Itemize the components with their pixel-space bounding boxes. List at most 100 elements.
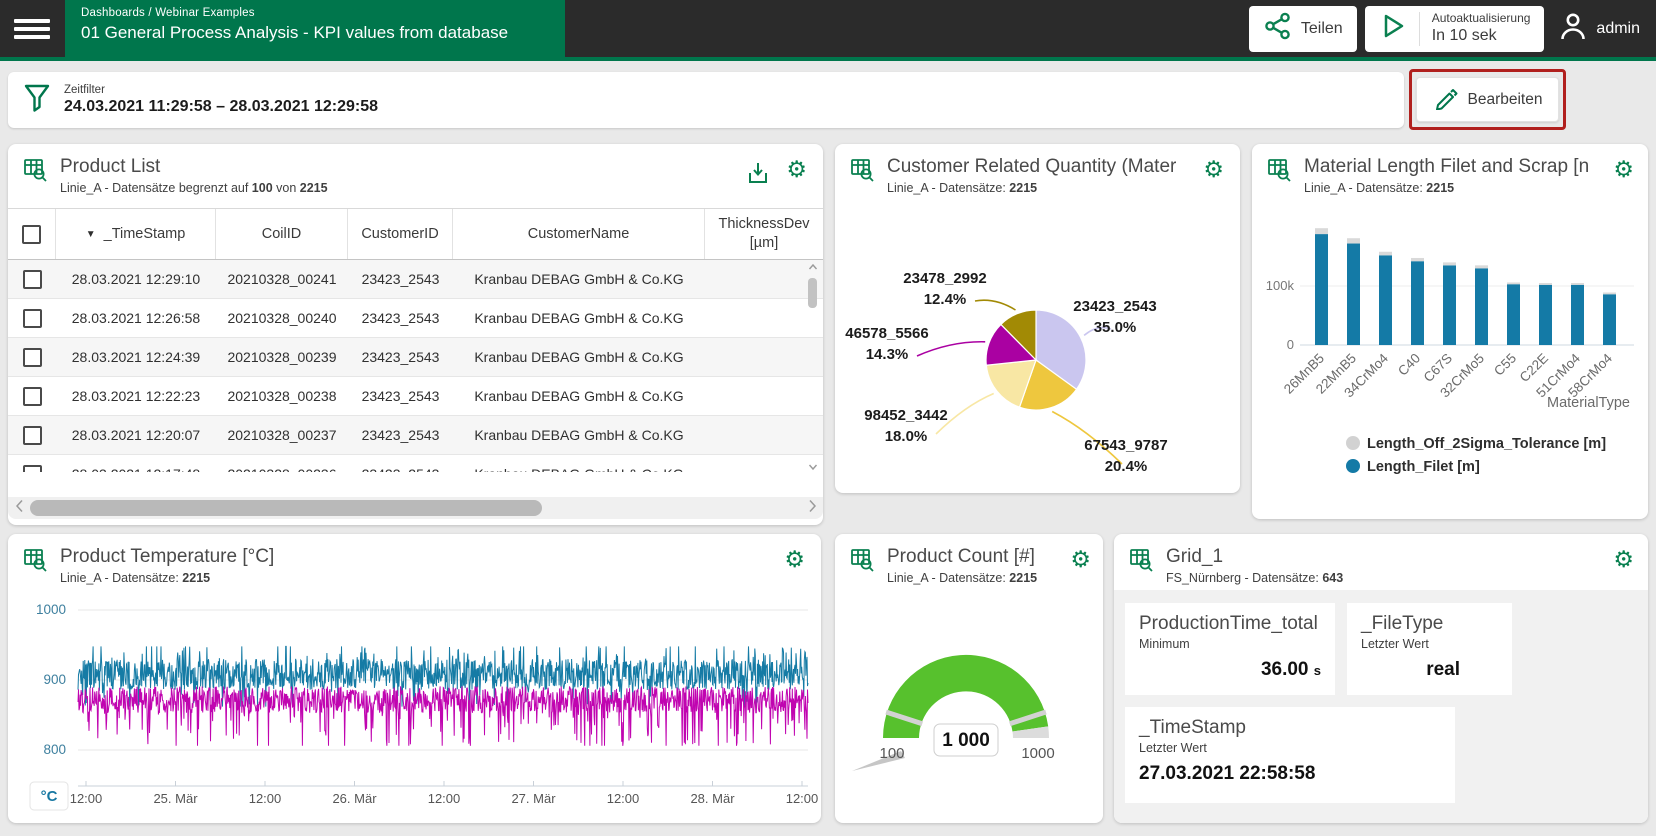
table-row[interactable]: 28.03.2021 12:29:10 20210328_00241 23423_2… [8,260,823,299]
bar-segment-filet[interactable] [1507,284,1520,345]
product-list-panel: Product List Linie_A - Datensätze begren… [8,144,823,525]
column-header-timestamp[interactable]: ▼ _TimeStamp [56,209,216,259]
bar-segment-filet[interactable] [1443,265,1456,345]
download-icon[interactable] [745,160,771,191]
table-cell: 23423_2543 [361,427,440,443]
share-button[interactable]: Teilen [1248,5,1357,52]
user-icon [1558,10,1588,47]
kpi-title: ProductionTime_total [1139,613,1318,634]
column-header-customerid[interactable]: CustomerID [348,209,453,259]
product-count-panel: Product Count [#] Linie_A - Datensätze: … [835,534,1103,823]
bar-segment-filet[interactable] [1379,255,1392,345]
scroll-right-icon[interactable] [801,499,823,517]
table-cell: Kranbau DEBAG GmbH & Co.KG [474,388,684,404]
autorefresh-label: Autoaktualisierung [1431,11,1531,25]
row-checkbox[interactable] [22,269,42,289]
bar-segment-filet[interactable] [1571,284,1584,345]
x-tick-label: 28. Mär [690,791,735,806]
share-label: Teilen [1300,19,1343,37]
bar-segment-tolerance[interactable] [1443,262,1456,266]
pie-label: 98452_3442 [864,407,947,424]
bar-segment-tolerance[interactable] [1539,283,1552,285]
pie-percent: 20.4% [1105,458,1148,475]
gauge-value: 1 000 [942,730,990,751]
bar-segment-tolerance[interactable] [1571,283,1584,285]
row-checkbox-cell [8,455,56,472]
vertical-scrollbar[interactable] [806,262,820,472]
bar-segment-tolerance[interactable] [1411,257,1424,262]
table-row[interactable]: 28.03.2021 12:22:23 20210328_00238 23423_2… [8,377,823,416]
table-row[interactable]: 28.03.2021 12:20:07 20210328_00237 23423_2… [8,416,823,455]
column-header-customername[interactable]: CustomerName [453,209,705,259]
gear-icon[interactable]: ⚙ [786,158,807,181]
gear-icon[interactable]: ⚙ [1613,548,1634,571]
row-checkbox[interactable] [22,347,42,367]
column-header-thickness[interactable]: ThicknessDev [µm] [705,209,823,259]
x-tick-label: 12:00 [249,791,282,806]
line-chart: 1000 900 800 12:00 25. Mär 12:00 26. Mär 12:00 2… [29,602,819,811]
bar-segment-tolerance[interactable] [1507,282,1520,285]
pie-percent: 14.3% [866,346,909,363]
kpi-card-productiontime: ProductionTime_total Minimum 36.00 s [1125,603,1335,695]
vertical-scroll-thumb[interactable] [808,278,817,308]
bar-segment-filet[interactable] [1475,268,1488,345]
panel-subtitle: FS_Nürnberg - Datensätze: 643 [1166,571,1344,585]
autorefresh-countdown: In 10 sek [1431,27,1497,44]
table-cell: 23423_2543 [361,349,440,365]
row-checkbox[interactable] [22,464,42,472]
panel-title: Product List [60,156,161,177]
bar-segment-filet[interactable] [1411,261,1424,345]
horizontal-scroll-thumb[interactable] [30,500,542,516]
scroll-down-icon[interactable] [808,462,818,472]
column-header-coilid[interactable]: CoilID [216,209,348,259]
bar-segment-tolerance[interactable] [1603,292,1616,295]
autorefresh-button[interactable]: Autoaktualisierung In 10 sek [1364,5,1545,52]
x-tick-label: 12:00 [786,791,819,806]
row-checkbox[interactable] [22,425,42,445]
row-checkbox[interactable] [22,308,42,328]
table-cell: 20210328_00236 [216,455,348,472]
x-tick-label: 25. Mär [153,791,198,806]
row-checkbox-cell [8,260,56,298]
username: admin [1596,19,1640,37]
table-row[interactable]: 28.03.2021 12:17:4820210328_0023623423_2… [8,455,823,472]
bar-segment-filet[interactable] [1603,294,1616,345]
scroll-up-icon[interactable] [808,262,818,272]
bar-segment-tolerance[interactable] [1347,238,1360,244]
bar-segment-filet[interactable] [1347,243,1360,345]
table-cell: 23423_2543 [361,388,440,404]
legend-label[interactable]: Length_Off_2Sigma_Tolerance [m] [1367,436,1606,452]
user-menu[interactable]: admin [1552,10,1646,47]
kpi-title: _FileType [1361,613,1444,634]
play-icon [1379,11,1407,46]
filter-range: 24.03.2021 11:29:58 – 28.03.2021 12:29:5… [64,98,379,115]
panel-subtitle: Linie_A - Datensätze begrenzt auf 100 vo… [60,181,328,195]
gauge-chart: 100 1000 1 000 [852,654,1055,771]
bar-segment-tolerance[interactable] [1379,251,1392,256]
table-row[interactable]: 28.03.2021 12:24:39 20210328_00239 23423_2… [8,338,823,377]
table-cell: Kranbau DEBAG GmbH & Co.KG [453,455,705,472]
table-cell: 28.03.2021 12:26:58 [71,310,201,326]
bar-segment-tolerance[interactable] [1475,265,1488,269]
menu-icon[interactable] [14,15,50,43]
horizontal-scrollbar[interactable] [8,497,823,519]
dashboard-root: Dashboards / Webinar Examples 01 General… [0,0,1656,836]
y-tick-label: 1000 [36,602,66,617]
kpi-aggregation: Letzter Wert [1139,741,1207,755]
table-cell: 28.03.2021 12:20:07 [71,427,201,443]
edit-button[interactable]: Bearbeiten [1416,77,1559,122]
x-axis-label: MaterialType [1547,395,1630,411]
table-cell: 28.03.2021 12:17:48 [56,455,216,472]
select-all-checkbox[interactable] [22,224,41,244]
scroll-left-icon[interactable] [8,499,30,517]
legend-label[interactable]: Length_Filet [m] [1367,459,1480,475]
bar-segment-filet[interactable] [1539,284,1552,345]
table-row[interactable]: 28.03.2021 12:26:58 20210328_00240 23423_2… [8,299,823,338]
bar-segment-filet[interactable] [1315,234,1328,345]
time-filter-bar[interactable]: Zeitfilter 24.03.2021 11:29:58 – 28.03.2… [8,72,1404,128]
breadcrumb[interactable]: Dashboards / Webinar Examples [81,7,549,19]
bar-segment-tolerance[interactable] [1315,228,1328,235]
filter-label: Zeitfilter [64,84,105,96]
row-checkbox[interactable] [22,386,42,406]
line-series [77,685,809,746]
